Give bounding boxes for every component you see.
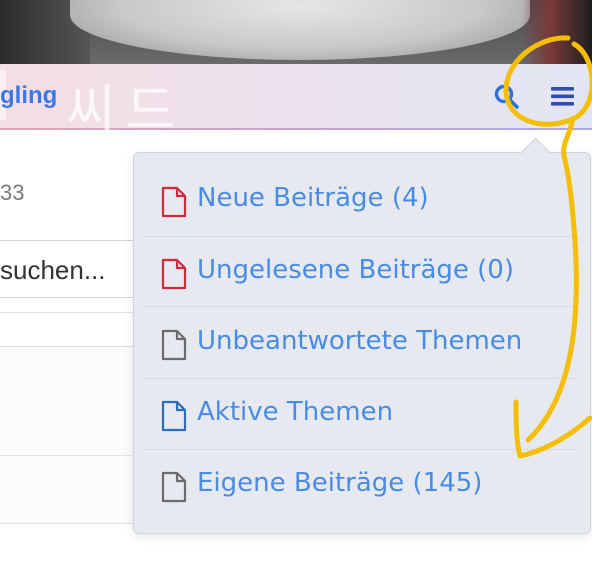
file-blue-icon — [161, 400, 187, 432]
hamburger-menu-button[interactable] — [548, 82, 578, 112]
background-divider — [0, 312, 140, 313]
file-gray-icon — [161, 329, 187, 361]
menu-item-label: Aktive Themen — [197, 397, 394, 427]
menu-item-active-topics[interactable]: Aktive Themen — [146, 379, 578, 449]
banner-shadow-right — [522, 0, 592, 64]
file-gray-icon — [161, 471, 187, 503]
file-red-icon — [161, 258, 187, 290]
banner-car-image — [70, 0, 530, 60]
hamburger-menu-icon — [551, 87, 574, 106]
menu-item-unread-posts[interactable]: Ungelesene Beiträge (0) — [146, 237, 578, 307]
menu-item-label: Neue Beiträge (4) — [197, 183, 429, 213]
quick-links-dropdown: Neue Beiträge (4) Ungelesene Beiträge (0… — [133, 137, 591, 534]
background-content-card — [0, 346, 142, 524]
menu-item-own-posts[interactable]: Eigene Beiträge (145) — [146, 450, 578, 520]
file-red-icon — [161, 186, 187, 218]
menu-item-new-posts[interactable]: Neue Beiträge (4) — [146, 165, 578, 235]
background-stat-count: 33 — [0, 180, 25, 205]
menu-item-label: Unbeantwortete Themen — [197, 326, 523, 356]
menu-item-label: Eigene Beiträge (145) — [197, 468, 483, 498]
header-watermark-text: 씨드 — [66, 79, 186, 142]
search-icon — [494, 84, 519, 109]
search-button[interactable] — [492, 82, 522, 112]
background-search-field[interactable]: suchen... — [0, 240, 141, 298]
site-brand-link[interactable]: gling — [0, 82, 57, 110]
page-root: 씨드 gling 33 suchen... Neue Beiträge (4) — [0, 0, 592, 576]
background-card-divider — [0, 455, 141, 456]
menu-item-unanswered-topics[interactable]: Unbeantwortete Themen — [146, 308, 578, 378]
dropdown-caret — [520, 137, 551, 168]
menu-item-label: Ungelesene Beiträge (0) — [197, 255, 514, 285]
background-search-placeholder: suchen... — [0, 255, 106, 285]
header-photo-banner — [0, 0, 592, 64]
menu-separator — [146, 306, 578, 307]
